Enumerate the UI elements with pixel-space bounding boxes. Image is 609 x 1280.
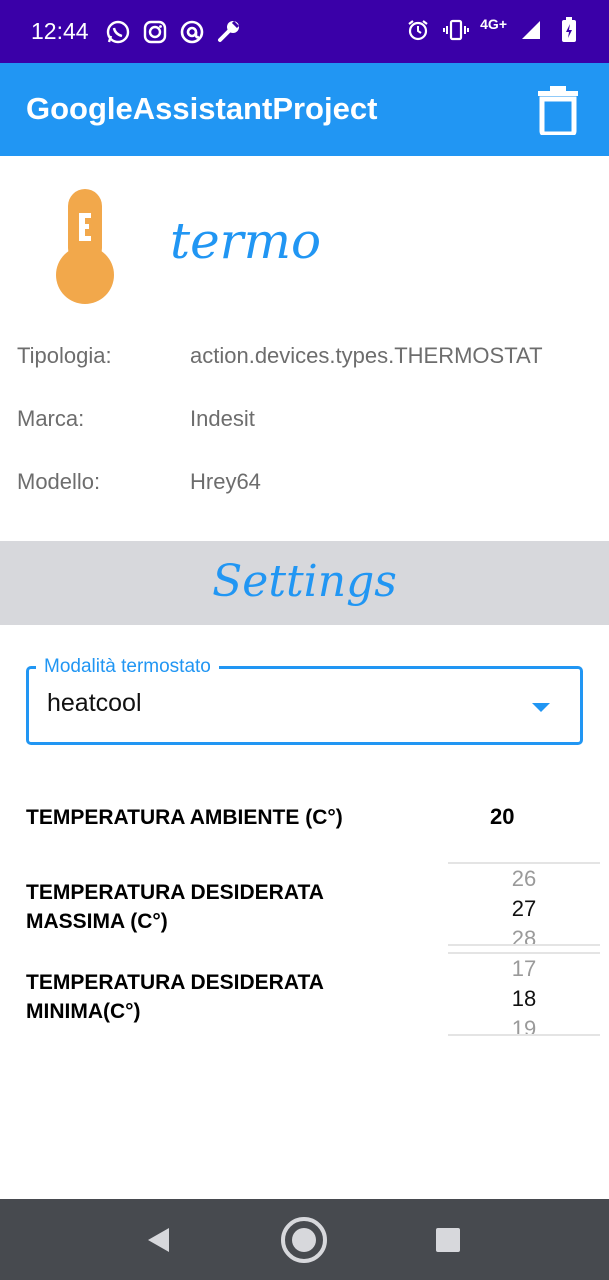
min-temp-label: TEMPERATURA DESIDERATA MINIMA(C°) [26, 968, 324, 1026]
back-button[interactable] [135, 1217, 181, 1263]
info-label: Marca: [17, 406, 85, 431]
max-temp-label-line2: MASSIMA (C°) [26, 910, 168, 933]
dropdown-arrow-icon [532, 703, 550, 712]
info-value: Hrey64 [190, 469, 261, 494]
ambient-temp-label: TEMPERATURA AMBIENTE (C°) [26, 806, 343, 829]
status-time: 12:44 [31, 18, 89, 44]
min-temp-label-line1: TEMPERATURA DESIDERATA [26, 971, 324, 994]
app-title: GoogleAssistantProject [26, 91, 378, 126]
signal-icon [517, 16, 545, 44]
mode-value: heatcool [47, 689, 142, 717]
delete-button[interactable] [537, 85, 579, 137]
back-icon [148, 1228, 169, 1252]
min-temp-picker[interactable]: 17 18 19 [448, 952, 600, 1036]
navigation-bar [0, 1199, 609, 1280]
recents-button[interactable] [425, 1217, 471, 1263]
whatsapp-icon [104, 18, 132, 46]
ambient-temp-value: 20 [490, 804, 515, 829]
app-bar: GoogleAssistantProject [0, 63, 609, 156]
wrench-icon [215, 18, 243, 46]
picker-prev-value[interactable]: 26 [448, 866, 600, 892]
min-temp-label-line2: MINIMA(C°) [26, 1000, 141, 1023]
info-value: Indesit [190, 406, 255, 431]
system-icons: 4G+ [404, 16, 583, 44]
home-icon [281, 1217, 327, 1263]
network-type: 4G+ [480, 16, 507, 32]
mode-label: Modalità termostato [36, 656, 219, 678]
picker-prev-value[interactable]: 17 [448, 956, 600, 982]
alarm-icon [404, 16, 432, 44]
info-label: Tipologia: [17, 343, 112, 368]
status-bar: 12:44 4G+ [0, 0, 609, 63]
picker-next-value[interactable]: 19 [448, 1016, 600, 1034]
max-temp-label-line1: TEMPERATURA DESIDERATA [26, 881, 324, 904]
recents-icon [436, 1228, 460, 1252]
vibrate-icon [442, 16, 470, 44]
at-sign-icon [178, 18, 206, 46]
trash-icon [538, 86, 578, 137]
picker-selected-value[interactable]: 18 [448, 986, 600, 1012]
info-value: action.devices.types.THERMOSTAT [190, 343, 543, 368]
info-label: Modello: [17, 469, 101, 494]
device-name: termo [170, 212, 322, 270]
max-temp-picker[interactable]: 26 27 28 [448, 862, 600, 946]
thermometer-icon [54, 189, 116, 307]
picker-next-value[interactable]: 28 [448, 926, 600, 944]
instagram-icon [141, 18, 169, 46]
notification-icons [104, 18, 243, 46]
home-button[interactable] [281, 1217, 327, 1263]
battery-icon [555, 16, 583, 44]
settings-title: Settings [212, 556, 397, 607]
max-temp-label: TEMPERATURA DESIDERATA MASSIMA (C°) [26, 878, 324, 936]
picker-selected-value[interactable]: 27 [448, 896, 600, 922]
